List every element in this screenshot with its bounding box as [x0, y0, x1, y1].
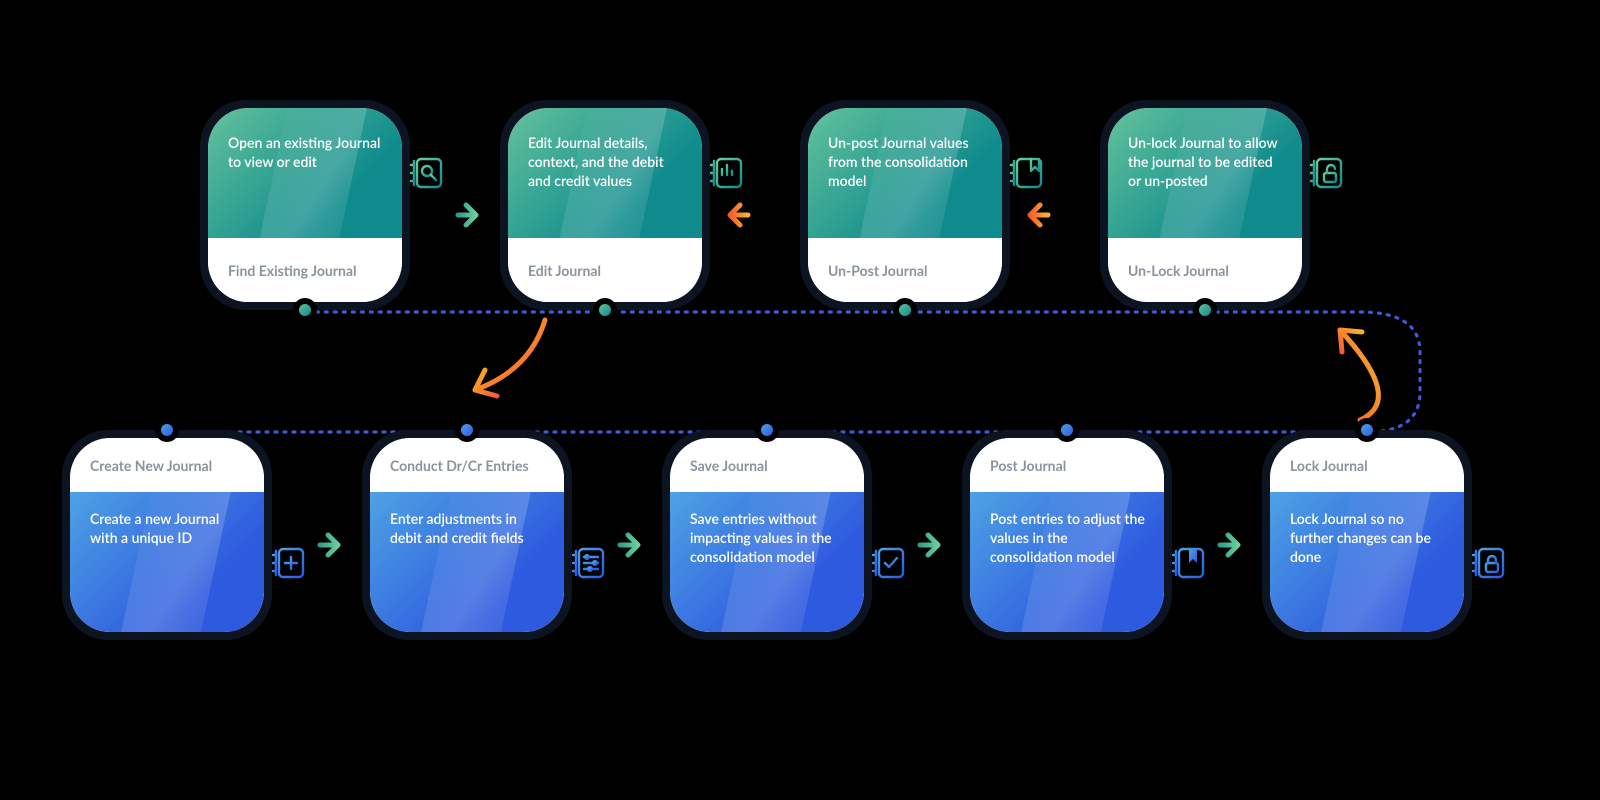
card-desc: Create a new Journal with a unique ID — [90, 510, 248, 600]
card-desc: Post entries to adjust the values in the… — [990, 510, 1148, 600]
card-lock-journal: Lock Journal Lock Journal so no further … — [1262, 430, 1472, 640]
card-unpost-journal: Un-post Journal values from the consolid… — [800, 100, 1010, 310]
lock-doc-icon — [1466, 540, 1512, 586]
arrow-unpost-to-edit — [722, 195, 784, 235]
arrow-create-to-conduct — [284, 525, 346, 565]
bookmark-doc-icon — [1004, 150, 1050, 196]
card-create-new-journal: Create New Journal Create a new Journal … — [62, 430, 272, 640]
card-title: Un-Post Journal — [808, 238, 1002, 302]
connection-dot — [755, 418, 779, 442]
arrow-find-to-edit — [422, 195, 484, 235]
card-desc: Lock Journal so no further changes can b… — [1290, 510, 1448, 600]
card-title: Edit Journal — [508, 238, 702, 302]
card-title: Un-Lock Journal — [1108, 238, 1302, 302]
connection-dot — [1055, 418, 1079, 442]
cross-arrow-edit-to-create — [475, 320, 545, 390]
arrow-post-to-lock — [1184, 525, 1246, 565]
cross-arrow-lock-to-unlock — [1340, 330, 1378, 420]
connection-dot — [593, 298, 617, 322]
card-desc: Enter adjustments in debit and credit fi… — [390, 510, 548, 600]
connection-dot — [293, 298, 317, 322]
card-edit-journal: Edit Journal details, context, and the d… — [500, 100, 710, 310]
connection-dot — [1193, 298, 1217, 322]
card-post-journal: Post Journal Post entries to adjust the … — [962, 430, 1172, 640]
card-save-journal: Save Journal Save entries without impact… — [662, 430, 872, 640]
connection-dot — [893, 298, 917, 322]
chart-doc-icon — [704, 150, 750, 196]
card-desc: Open an existing Journal to view or edit — [228, 134, 386, 172]
connection-dot — [455, 418, 479, 442]
dotted-process-path — [167, 312, 1420, 432]
card-desc: Un-post Journal values from the consolid… — [828, 134, 986, 191]
card-title: Find Existing Journal — [208, 238, 402, 302]
arrow-unlock-to-unpost — [1022, 195, 1084, 235]
card-desc: Save entries without impacting values in… — [690, 510, 848, 600]
connection-dot — [155, 418, 179, 442]
card-unlock-journal: Un-lock Journal to allow the journal to … — [1100, 100, 1310, 310]
card-desc: Edit Journal details, context, and the d… — [528, 134, 686, 191]
card-conduct-entries: Conduct Dr/Cr Entries Enter adjustments … — [362, 430, 572, 640]
arrow-save-to-post — [884, 525, 946, 565]
unlock-doc-icon — [1304, 150, 1350, 196]
connection-dot — [1355, 418, 1379, 442]
card-find-existing-journal: Open an existing Journal to view or edit… — [200, 100, 410, 310]
bottom-row: Create New Journal Create a new Journal … — [62, 430, 1472, 640]
search-doc-icon — [404, 150, 450, 196]
arrow-conduct-to-save — [584, 525, 646, 565]
top-row: Open an existing Journal to view or edit… — [200, 100, 1310, 310]
card-desc: Un-lock Journal to allow the journal to … — [1128, 134, 1286, 191]
